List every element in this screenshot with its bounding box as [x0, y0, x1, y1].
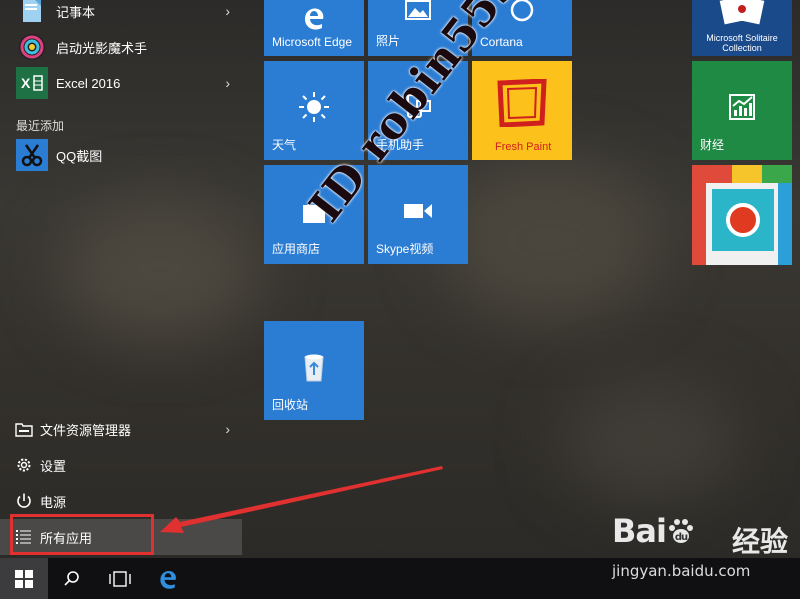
start-button[interactable]: [0, 558, 48, 599]
list-icon: [14, 527, 34, 547]
app-label: Excel 2016: [56, 75, 121, 91]
tile-label: Microsoft Edge: [272, 35, 353, 49]
all-apps-label: 所有应用: [40, 530, 93, 546]
tile-fresh-paint[interactable]: Fresh Paint: [472, 61, 572, 160]
tile-recycle-bin[interactable]: 回收站: [264, 321, 364, 420]
colorful-app-icon: [692, 165, 792, 265]
jingyan-text: 经验: [732, 526, 789, 557]
tile-label: Skype视频: [376, 242, 434, 256]
chevron-right-icon[interactable]: ›: [225, 3, 230, 19]
nikon-lens-icon: [16, 31, 48, 63]
svg-text:X: X: [21, 75, 31, 91]
svg-text:du: du: [675, 532, 688, 543]
photo-icon: [405, 0, 431, 20]
app-item-nikon[interactable]: 启动光影魔术手: [0, 30, 242, 64]
app-item-excel[interactable]: X Excel 2016 ›: [0, 66, 242, 100]
tile-label: Fresh Paint: [495, 141, 552, 153]
app-item-notepad[interactable]: 记事本 ›: [0, 0, 242, 28]
chevron-right-icon[interactable]: ›: [225, 75, 230, 91]
search-button[interactable]: [48, 558, 96, 599]
windows-logo-icon: [15, 569, 33, 588]
tile-label: 照片: [376, 34, 401, 48]
tile-solitaire[interactable]: Microsoft Solitaire Collection: [692, 0, 792, 56]
tile-label: 天气: [272, 138, 297, 152]
search-icon: [64, 570, 79, 586]
tile-finance[interactable]: 财经: [692, 61, 792, 160]
file-explorer-label: 文件资源管理器: [40, 422, 132, 438]
tile-label: Microsoft Solitaire Collection: [706, 33, 778, 53]
task-view-button[interactable]: [96, 558, 144, 599]
task-view-icon: [109, 570, 131, 587]
baidu-url: jingyan.baidu.com: [612, 562, 751, 580]
chevron-right-icon[interactable]: ›: [225, 421, 230, 437]
scissors-icon: [16, 139, 48, 171]
baidu-jingyan-logo: Bai du 经验 jingyan.baidu.com: [612, 512, 800, 582]
taskbar-edge-button[interactable]: [144, 558, 192, 599]
edge-icon: [305, 8, 324, 30]
video-camera-icon: [404, 204, 432, 218]
tile-skype[interactable]: Skype视频: [368, 165, 468, 264]
notepad-icon: [16, 0, 48, 27]
tile-colorful-app[interactable]: [692, 165, 792, 265]
tile-label: 财经: [700, 138, 725, 152]
start-menu-app-list: 记事本 › 启动光影魔术手 X Excel 2016 › 最近添加 QQ截图 文…: [0, 0, 242, 558]
app-label: QQ截图: [56, 148, 103, 164]
power-icon: [14, 491, 34, 511]
baidu-brand-text: Bai du: [612, 512, 696, 550]
tile-label: 应用商店: [272, 242, 321, 256]
excel-icon: X: [16, 67, 48, 99]
recycle-bin-icon: [304, 354, 324, 382]
app-label: 启动光影魔术手: [56, 40, 148, 56]
paint-frame-icon: [497, 79, 547, 127]
tile-microsoft-edge[interactable]: Microsoft Edge: [264, 0, 364, 56]
chart-icon: [729, 94, 755, 120]
paw-icon: du: [666, 515, 696, 543]
file-explorer-item[interactable]: 文件资源管理器 ›: [0, 411, 242, 447]
tile-label: 回收站: [272, 398, 309, 412]
all-apps-item[interactable]: 所有应用: [0, 519, 242, 555]
settings-label: 设置: [40, 458, 67, 474]
edge-icon: [160, 570, 176, 589]
cards-icon: [719, 0, 765, 25]
app-label: 记事本: [56, 4, 96, 20]
app-item-qq-screenshot[interactable]: QQ截图: [0, 138, 242, 172]
folder-icon: [14, 419, 34, 439]
power-item[interactable]: 电源: [0, 483, 242, 519]
power-label: 电源: [40, 494, 67, 510]
gear-icon: [14, 455, 34, 475]
settings-item[interactable]: 设置: [0, 447, 242, 483]
recently-added-heading: 最近添加: [16, 119, 65, 133]
sun-icon: [299, 92, 329, 122]
